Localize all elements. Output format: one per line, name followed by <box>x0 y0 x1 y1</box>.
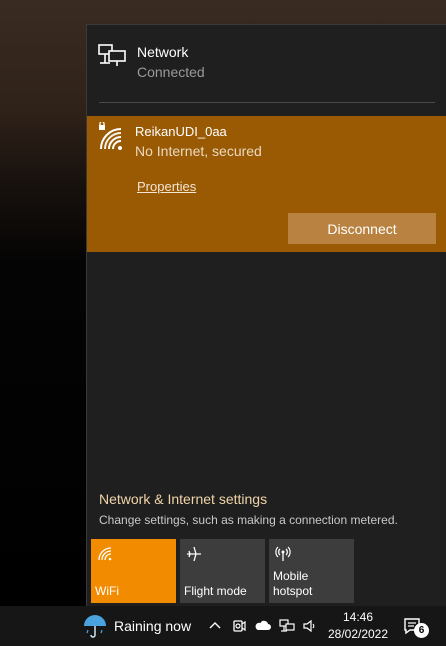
umbrella-rain-icon <box>84 615 106 638</box>
taskbar: Raining now 14:46 28/02/2022 6 <box>0 606 446 646</box>
airplane-icon <box>187 546 201 562</box>
chevron-up-icon[interactable] <box>206 617 224 635</box>
wifi-network-item[interactable]: ReikanUDI_0aa No Internet, secured Prope… <box>87 116 446 252</box>
weather-text: Raining now <box>114 618 192 634</box>
quick-action-label: WiFi <box>95 584 119 598</box>
clock-date: 28/02/2022 <box>327 627 389 641</box>
hotspot-icon <box>275 546 291 561</box>
volume-icon[interactable] <box>301 617 319 635</box>
notification-count-badge: 6 <box>414 623 429 638</box>
network-settings-description: Change settings, such as making a connec… <box>99 513 398 527</box>
meet-now-icon[interactable] <box>230 617 248 635</box>
divider <box>99 102 435 103</box>
wifi-secured-icon <box>99 122 122 150</box>
network-status: Connected <box>137 64 205 80</box>
notification-center-button[interactable]: 6 <box>402 614 430 640</box>
quick-action-flight-mode[interactable]: Flight mode <box>180 539 265 603</box>
onedrive-cloud-icon[interactable] <box>254 617 272 635</box>
wifi-icon <box>98 547 112 561</box>
network-status-header: Network Connected <box>97 39 437 103</box>
network-settings-link[interactable]: Network & Internet settings <box>99 491 267 507</box>
clock[interactable]: 14:46 28/02/2022 <box>326 609 390 643</box>
disconnect-button[interactable]: Disconnect <box>288 213 436 244</box>
network-flyout: Network Connected ReikanUDI_0aa No Inter… <box>86 24 446 606</box>
quick-action-mobile-hotspot[interactable]: Mobile hotspot <box>269 539 354 603</box>
network-title: Network <box>137 44 189 60</box>
clock-time: 14:46 <box>342 610 374 624</box>
wifi-properties-link[interactable]: Properties <box>137 179 196 194</box>
wifi-ssid: ReikanUDI_0aa <box>135 124 227 139</box>
quick-action-label: Flight mode <box>184 584 247 598</box>
wifi-status: No Internet, secured <box>135 143 262 159</box>
quick-action-wifi[interactable]: WiFi <box>91 539 176 603</box>
quick-action-label: Mobile hotspot <box>273 569 313 598</box>
weather-widget[interactable]: Raining now <box>82 606 191 646</box>
ethernet-monitor-icon <box>98 44 126 66</box>
network-tray-icon[interactable] <box>278 617 296 635</box>
